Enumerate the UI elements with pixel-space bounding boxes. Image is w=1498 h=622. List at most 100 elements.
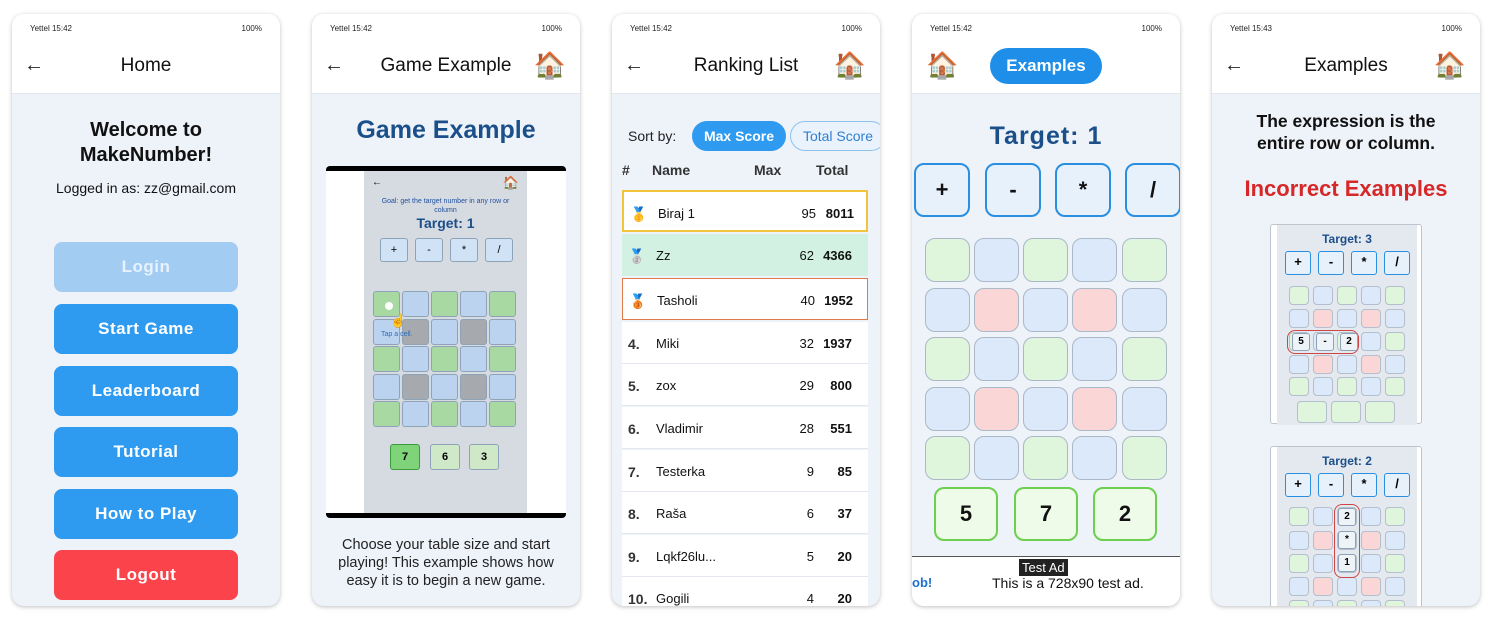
grid-cell[interactable] [1072, 288, 1117, 332]
mini-number: 7 [390, 444, 420, 470]
example-card-1: Target: 3 + - */5-2 [1270, 224, 1422, 425]
status-bar: Yettel 15:43 100% [1212, 14, 1480, 40]
card-cell [1289, 309, 1309, 328]
operator-multiply-button[interactable]: * [1055, 163, 1111, 217]
start-game-button[interactable]: Start Game [54, 304, 238, 354]
ranking-row[interactable]: 🥈 Zz 62 4366 [622, 234, 868, 276]
examples-pill-button[interactable]: Examples [990, 48, 1102, 84]
row-max: 28 [799, 421, 814, 436]
grid-cell[interactable] [1122, 288, 1167, 332]
grid-cell[interactable] [1122, 436, 1167, 480]
ranking-row[interactable]: 7. Testerka 9 85 [622, 450, 868, 492]
mini-back-icon: ← [372, 177, 382, 188]
status-carrier: Yettel 15:42 [630, 24, 672, 33]
mini-screen: ← 🏠 Goal: get the target number in any r… [364, 171, 527, 513]
how-to-play-button[interactable]: How to Play [54, 489, 238, 539]
header-total: Total [816, 162, 849, 178]
grid-cell[interactable] [925, 387, 970, 431]
mini-cell [373, 346, 400, 372]
status-bar: Yettel 15:42 100% [612, 14, 880, 40]
number-tile[interactable]: 5 [934, 487, 998, 541]
target-label: Target: 1 [989, 122, 1103, 150]
home-icon[interactable]: 🏠 [926, 50, 958, 81]
ranking-row[interactable]: 10. Gogili 4 20 [622, 577, 868, 606]
mini-cell [460, 374, 487, 400]
grid-cell[interactable] [974, 288, 1019, 332]
row-name: Miki [656, 336, 680, 351]
ranking-row[interactable]: 5. zox 29 800 [622, 364, 868, 406]
ranking-row[interactable]: 🥉 Tasholi 40 1952 [622, 278, 868, 320]
grid-cell[interactable] [1122, 238, 1167, 282]
card-cell [1385, 600, 1405, 606]
grid-cell[interactable] [1023, 288, 1068, 332]
grid-cell[interactable] [1122, 337, 1167, 381]
operator-divide-button[interactable]: / [1125, 163, 1180, 217]
home-icon[interactable]: 🏠 [1434, 50, 1466, 81]
ranking-row[interactable]: 6. Vladimir 28 551 [622, 407, 868, 449]
grid-cell[interactable] [925, 436, 970, 480]
card-cell [1337, 577, 1357, 596]
app-bar: ← Ranking List 🏠 [612, 40, 880, 94]
mini-cell [402, 401, 429, 427]
card-cell [1361, 355, 1381, 374]
card-number [1331, 401, 1361, 423]
header-max: Max [754, 162, 782, 178]
mini-op: - [415, 238, 443, 262]
ranking-row[interactable]: 🥇 Biraj 1 95 8011 [622, 190, 868, 232]
expression-cell: 2 [1338, 508, 1356, 526]
number-tile[interactable]: 7 [1014, 487, 1078, 541]
grid-cell[interactable] [1023, 238, 1068, 282]
card-cell [1289, 531, 1309, 550]
grid-cell[interactable] [925, 337, 970, 381]
row-total: 551 [830, 421, 852, 436]
ranking-row[interactable]: 9. Lqkf26lu... 5 20 [622, 535, 868, 577]
grid-cell[interactable] [974, 238, 1019, 282]
grid-cell[interactable] [1122, 387, 1167, 431]
tutorial-button[interactable]: Tutorial [54, 427, 238, 477]
grid-cell[interactable] [1023, 337, 1068, 381]
card-cell [1337, 600, 1357, 606]
grid-cell[interactable] [1072, 436, 1117, 480]
mini-number: 3 [469, 444, 499, 470]
mini-cell [460, 291, 487, 317]
ranking-row[interactable]: 4. Miki 32 1937 [622, 322, 868, 364]
number-tile[interactable]: 2 [1093, 487, 1157, 541]
expression-cell: 1 [1338, 554, 1356, 572]
leaderboard-button[interactable]: Leaderboard [54, 366, 238, 416]
ad-banner[interactable]: Test Ad ob! This is a 728x90 test ad. [912, 556, 1180, 606]
grid-cell[interactable] [1072, 337, 1117, 381]
sort-max-score-button[interactable]: Max Score [692, 121, 786, 151]
login-button[interactable]: Login [54, 242, 238, 292]
card-cell [1385, 377, 1405, 396]
mini-cell [431, 374, 458, 400]
grid-cell[interactable] [1023, 436, 1068, 480]
row-total: 1937 [823, 336, 852, 351]
grid-cell[interactable] [974, 337, 1019, 381]
ranking-row[interactable]: 8. Raša 6 37 [622, 492, 868, 534]
grid-cell[interactable] [1023, 387, 1068, 431]
grid-cell[interactable] [974, 436, 1019, 480]
expression-cell: 5 [1292, 333, 1310, 351]
grid-cell[interactable] [1072, 387, 1117, 431]
mini-number: 6 [430, 444, 460, 470]
card-cell [1289, 600, 1309, 606]
grid-cell[interactable] [974, 387, 1019, 431]
grid-cell[interactable] [925, 238, 970, 282]
grid-cell[interactable] [925, 288, 970, 332]
logout-button[interactable]: Logout [54, 550, 238, 600]
examples-description: The expression is the entire row or colu… [1256, 111, 1436, 153]
grid-cell[interactable] [1072, 238, 1117, 282]
card-cell [1289, 554, 1309, 573]
row-name: Biraj 1 [658, 206, 695, 221]
operator-plus-button[interactable]: + [914, 163, 970, 217]
home-icon[interactable]: 🏠 [534, 50, 566, 81]
card-cell [1361, 286, 1381, 305]
sort-total-score-button[interactable]: Total Score [790, 121, 880, 151]
example-description: Choose your table size and start playing… [338, 537, 554, 589]
home-icon[interactable]: 🏠 [834, 50, 866, 81]
status-carrier: Yettel 15:43 [1230, 24, 1272, 33]
status-bar: Yettel 15:42 100% [312, 14, 580, 40]
operator-minus-button[interactable]: - [985, 163, 1041, 217]
video-frame[interactable]: ← 🏠 Goal: get the target number in any r… [326, 166, 566, 518]
row-total: 1952 [824, 293, 853, 308]
